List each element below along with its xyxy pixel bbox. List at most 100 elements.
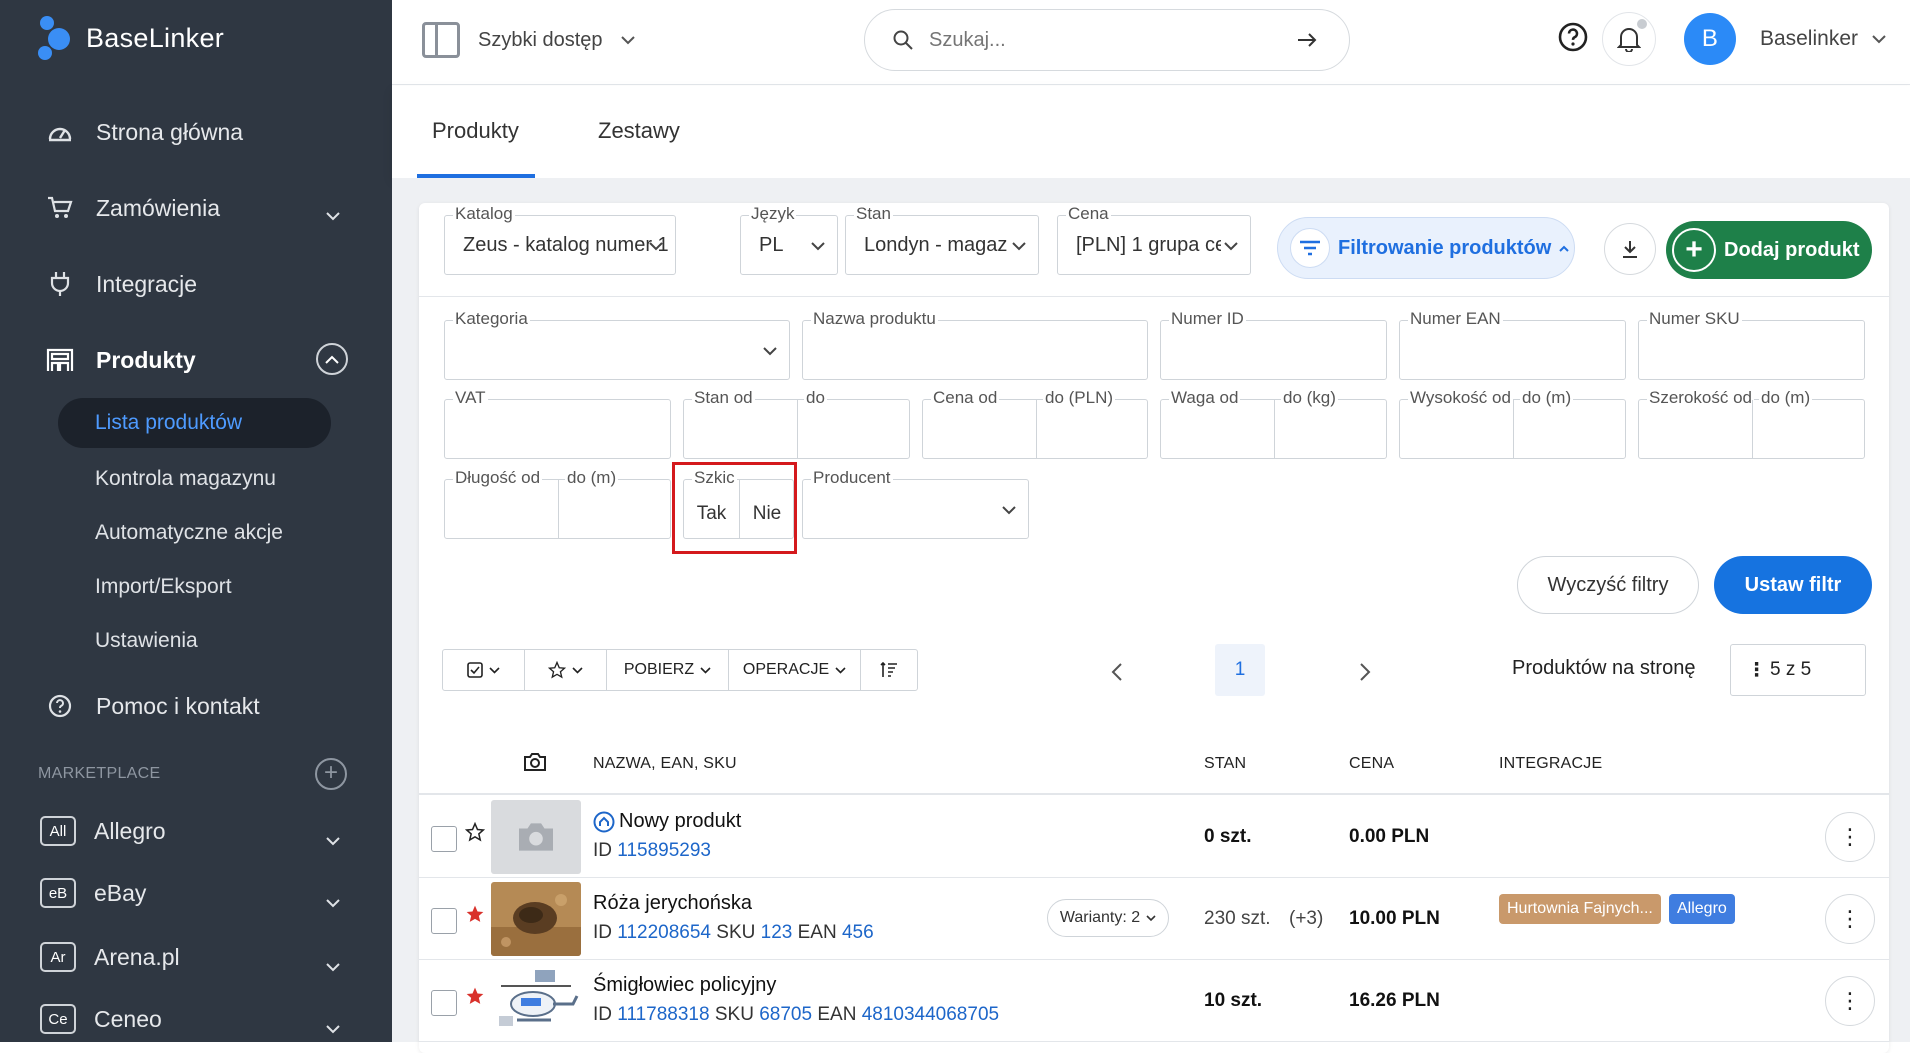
- height-range-field[interactable]: Wysokość od do (m): [1399, 388, 1626, 459]
- favorite-dropdown[interactable]: [525, 650, 607, 690]
- product-ean-link[interactable]: 4810344068705: [862, 1004, 999, 1025]
- sub-item-settings[interactable]: Ustawienia: [0, 614, 392, 668]
- product-id-link[interactable]: 112208654: [617, 922, 711, 943]
- product-name[interactable]: Śmigłowiec policyjny: [593, 974, 776, 997]
- product-thumbnail[interactable]: [491, 800, 581, 874]
- range-split: [1752, 400, 1753, 458]
- product-ean-link[interactable]: 456: [842, 922, 874, 943]
- sort-button[interactable]: [861, 650, 917, 690]
- marketplace-ebay[interactable]: eB eBay: [40, 873, 340, 913]
- download-dropdown[interactable]: POBIERZ: [607, 650, 729, 690]
- star-filled-icon[interactable]: [465, 904, 485, 930]
- operations-dropdown[interactable]: OPERACJE: [729, 650, 861, 690]
- select-all-dropdown[interactable]: [443, 650, 525, 690]
- header-price[interactable]: CENA: [1349, 755, 1394, 773]
- category-select[interactable]: Kategoria: [444, 309, 790, 380]
- nav-item-products[interactable]: Produkty: [0, 322, 392, 398]
- marketplace-allegro[interactable]: All Allegro: [40, 811, 340, 851]
- per-page-select[interactable]: ⋮ 5 z 5: [1730, 644, 1866, 696]
- products-card: Katalog Zeus - katalog numer 1 Język PL …: [419, 203, 1889, 1053]
- filter-products-button[interactable]: Filtrowanie produktów: [1277, 217, 1575, 279]
- star-outline-icon[interactable]: [464, 821, 486, 848]
- price-group-select[interactable]: Cena [PLN] 1 grupa ce: [1057, 204, 1251, 275]
- prev-page-icon[interactable]: [1111, 663, 1123, 681]
- chevron-down-icon[interactable]: [1872, 34, 1886, 44]
- integration-tag-wholesale[interactable]: Hurtownia Fajnych...: [1499, 894, 1661, 924]
- product-thumbnail[interactable]: [491, 964, 581, 1038]
- product-id-link[interactable]: 115895293: [617, 840, 711, 861]
- sku-number-field[interactable]: Numer SKU: [1638, 309, 1865, 380]
- product-name-field[interactable]: Nazwa produktu: [802, 309, 1148, 380]
- warehouse-select[interactable]: Stan Londyn - magaz: [845, 204, 1039, 275]
- table-row: Nowy produkt ID 115895293 0 szt. 0.00 PL…: [419, 796, 1889, 878]
- row-menu-button[interactable]: ⋮: [1825, 812, 1875, 862]
- help-icon[interactable]: [1558, 22, 1588, 57]
- id-number-field[interactable]: Numer ID: [1160, 309, 1387, 380]
- star-filled-icon[interactable]: [465, 986, 485, 1012]
- integration-tag-allegro[interactable]: Allegro: [1669, 894, 1735, 924]
- width-range-field[interactable]: Szerokość od do (m): [1638, 388, 1865, 459]
- marketplace-ceneo[interactable]: Ce Ceneo: [40, 999, 340, 1039]
- collapse-icon[interactable]: [316, 343, 348, 375]
- nav-item-integrations[interactable]: Integracje: [0, 246, 392, 322]
- sub-item-import-export[interactable]: Import/Eksport: [0, 560, 392, 614]
- ean-number-label: Numer EAN: [1408, 309, 1503, 329]
- catalog-label: Katalog: [453, 204, 515, 224]
- sub-item-auto-actions[interactable]: Automatyczne akcje: [0, 506, 392, 560]
- sub-item-stock-control[interactable]: Kontrola magazynu: [0, 452, 392, 506]
- tab-products[interactable]: Produkty: [432, 118, 519, 144]
- sub-item-product-list[interactable]: Lista produktów: [58, 398, 331, 448]
- apply-filter-button[interactable]: Ustaw filtr: [1714, 556, 1872, 614]
- row-menu-button[interactable]: ⋮: [1825, 894, 1875, 944]
- allegro-badge: All: [40, 816, 76, 846]
- price-range-field[interactable]: Cena od do (PLN): [922, 388, 1148, 459]
- sidebar-toggle-icon[interactable]: [422, 22, 460, 58]
- chevron-down-icon: [489, 666, 500, 674]
- arrow-right-icon[interactable]: [1297, 32, 1317, 48]
- next-page-icon[interactable]: [1359, 663, 1371, 681]
- nav-item-home[interactable]: Strona główna: [0, 94, 392, 170]
- quick-access[interactable]: Szybki dostęp: [422, 22, 635, 58]
- language-select[interactable]: Język PL: [740, 204, 838, 275]
- price-value: 0.00 PLN: [1349, 826, 1430, 847]
- add-product-button[interactable]: + Dodaj produkt: [1666, 221, 1872, 279]
- row-checkbox[interactable]: [431, 826, 457, 852]
- stock-range-field[interactable]: Stan od do: [683, 388, 910, 459]
- nav-item-orders[interactable]: Zamówienia: [0, 170, 392, 246]
- weight-range-field[interactable]: Waga od do (kg): [1160, 388, 1387, 459]
- table-row: Śmigłowiec policyjny ID 111788318 SKU 68…: [419, 960, 1889, 1042]
- page-number[interactable]: 1: [1215, 644, 1265, 696]
- manufacturer-select[interactable]: Producent: [802, 468, 1029, 539]
- product-thumbnail[interactable]: [491, 882, 581, 956]
- row-checkbox[interactable]: [431, 990, 457, 1016]
- nav-item-help[interactable]: Pomoc i kontakt: [0, 668, 392, 744]
- row-checkbox[interactable]: [431, 908, 457, 934]
- variants-dropdown[interactable]: Warianty: 2: [1047, 899, 1169, 937]
- product-sku-link[interactable]: 68705: [759, 1004, 812, 1025]
- stock-extra: (+3): [1289, 908, 1324, 929]
- add-marketplace-icon[interactable]: +: [315, 758, 347, 790]
- length-range-field[interactable]: Długość od do (m): [444, 468, 671, 539]
- logo[interactable]: BaseLinker: [38, 14, 224, 62]
- marketplace-arena[interactable]: Ar Arena.pl: [40, 937, 340, 977]
- catalog-select[interactable]: Katalog Zeus - katalog numer 1: [444, 204, 676, 275]
- product-name-label: Nazwa produktu: [811, 309, 938, 329]
- notifications-button[interactable]: [1601, 12, 1656, 66]
- product-name[interactable]: Nowy produkt: [593, 810, 741, 833]
- download-button[interactable]: [1604, 223, 1656, 275]
- header-stock[interactable]: STAN: [1204, 755, 1246, 773]
- row-menu-button[interactable]: ⋮: [1825, 976, 1875, 1026]
- range-split: [1274, 400, 1275, 458]
- product-sku-link[interactable]: 123: [761, 922, 793, 943]
- price-group-label: Cena: [1066, 204, 1111, 224]
- user-name[interactable]: Baselinker: [1760, 27, 1858, 51]
- header-name[interactable]: NAZWA, EAN, SKU: [593, 755, 737, 773]
- avatar[interactable]: B: [1683, 13, 1736, 65]
- product-id-link[interactable]: 111788318: [617, 1004, 709, 1025]
- search-input[interactable]: [929, 28, 1269, 52]
- product-name[interactable]: Róża jerychońska: [593, 892, 752, 915]
- clear-filters-button[interactable]: Wyczyść filtry: [1517, 556, 1699, 614]
- tab-bundles[interactable]: Zestawy: [598, 118, 680, 144]
- vat-field[interactable]: VAT: [444, 388, 671, 459]
- ean-number-field[interactable]: Numer EAN: [1399, 309, 1626, 380]
